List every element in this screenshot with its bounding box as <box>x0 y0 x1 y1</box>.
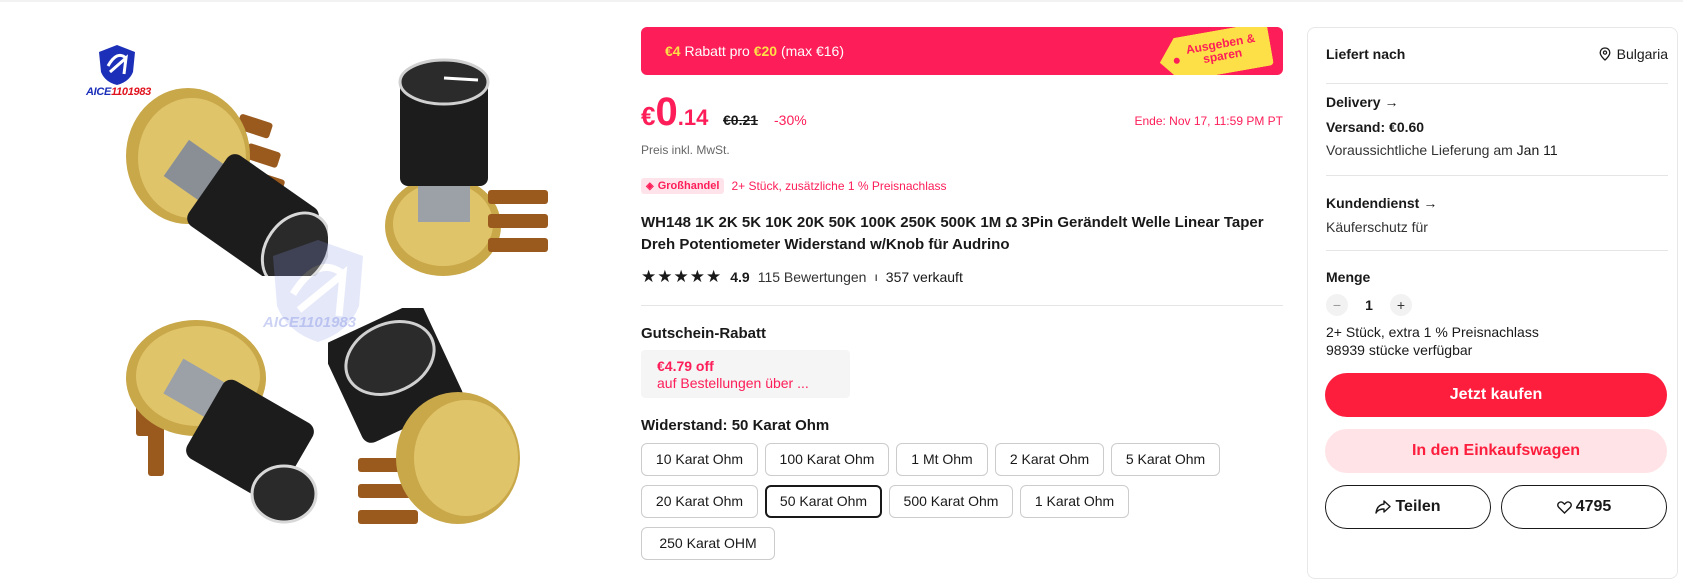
tag-icon: ◈ <box>646 180 654 192</box>
star-icon: ★ <box>673 267 689 286</box>
ship-to-location[interactable]: Bulgaria <box>1599 46 1668 62</box>
buyer-protection-text: Käuferschutz für <box>1326 219 1428 235</box>
location-pin-icon <box>1599 47 1611 61</box>
discount-percent: -30% <box>774 112 807 128</box>
share-button[interactable]: Teilen <box>1325 485 1491 529</box>
spend-and-save-tag[interactable]: Ausgeben & sparen <box>1156 27 1274 75</box>
coupon-amount: €4.79 off <box>657 358 714 374</box>
divider <box>1326 250 1668 251</box>
add-to-cart-button[interactable]: In den Einkaufswagen <box>1325 429 1667 473</box>
variant-option-selected[interactable]: 50 Karat Ohm <box>765 485 882 518</box>
promo-banner[interactable]: €4 Rabatt pro €20 (max €16) Ausgeben & s… <box>641 27 1283 75</box>
variant-selected-value: 50 Karat Ohm <box>731 417 830 434</box>
variant-option[interactable]: 500 Karat Ohm <box>889 485 1013 518</box>
reviews-link[interactable]: 115 Bewertungen <box>758 269 867 285</box>
price-row: €0.14 €0.21 -30% Ende: Nov 17, 11:59 PM … <box>641 90 1283 134</box>
delivery-estimate: Voraussichtliche Lieferung am Jan 11 <box>1326 142 1558 158</box>
potentiometer-image-2 <box>385 58 548 276</box>
divider <box>641 305 1283 306</box>
variant-option[interactable]: 20 Karat Ohm <box>641 485 758 518</box>
stock-available: 98939 stücke verfügbar <box>1326 342 1473 358</box>
potentiometer-image-4 <box>328 308 520 524</box>
coupon-condition: auf Bestellungen über ... <box>657 375 809 391</box>
arrow-right-icon: → <box>1384 94 1399 110</box>
sold-count: 357 verkauft <box>885 268 963 285</box>
variant-option[interactable]: 1 Mt Ohm <box>896 443 988 476</box>
heart-icon <box>1556 500 1572 514</box>
top-divider <box>0 0 1683 2</box>
wholesale-row: ◈ Großhandel 2+ Stück, zusätzliche 1 % Pr… <box>641 178 947 194</box>
star-icon: ★ <box>657 267 673 286</box>
promo-text: €4 Rabatt pro €20 (max €16) <box>665 43 845 59</box>
tax-note: Preis inkl. MwSt. <box>641 143 730 157</box>
star-rating: ★ ★ ★ ★ ★ <box>641 268 722 285</box>
quantity-label: Menge <box>1326 269 1371 285</box>
sale-end-time: Ende: Nov 17, 11:59 PM PT <box>1134 114 1283 128</box>
shipping-cost: Versand: €0.60 <box>1326 119 1425 135</box>
rating-row[interactable]: ★ ★ ★ ★ ★ 4.9 115 Bewertungen ı 357 verk… <box>641 268 963 285</box>
buy-now-button[interactable]: Jetzt kaufen <box>1325 373 1667 417</box>
purchase-panel: Liefert nach Bulgaria Delivery → Versand:… <box>1307 27 1678 579</box>
divider <box>1326 175 1668 176</box>
customer-service-link[interactable]: Kundendienst → <box>1326 195 1437 211</box>
variant-option[interactable]: 100 Karat Ohm <box>765 443 889 476</box>
star-icon: ★ <box>689 267 705 286</box>
coupon-label: Gutschein-Rabatt <box>641 325 767 342</box>
variant-option[interactable]: 5 Karat Ohm <box>1111 443 1220 476</box>
wholesale-badge: ◈ Großhandel <box>641 178 725 194</box>
original-price: €0.21 <box>723 112 759 128</box>
decrease-quantity-button[interactable]: − <box>1326 294 1348 316</box>
coupon-card[interactable]: €4.79 off auf Bestellungen über ... <box>641 350 850 398</box>
product-image[interactable]: AICE1101983 AICE1101983 <box>78 36 568 556</box>
quantity-discount-note: 2+ Stück, extra 1 % Preisnachlass <box>1326 324 1539 340</box>
ship-to-row[interactable]: Liefert nach Bulgaria <box>1326 46 1668 62</box>
quantity-stepper: − 1 + <box>1326 294 1412 316</box>
rating-score: 4.9 <box>730 268 750 285</box>
variant-option[interactable]: 250 Karat OHM <box>641 527 775 560</box>
current-price: €0.14 <box>641 90 709 134</box>
wholesale-text: 2+ Stück, zusätzliche 1 % Preisnachlass <box>731 179 947 193</box>
quantity-value[interactable]: 1 <box>1348 297 1390 313</box>
variant-option[interactable]: 1 Karat Ohm <box>1020 485 1129 518</box>
product-title: WH148 1K 2K 5K 10K 20K 50K 100K 250K 500… <box>641 214 1264 253</box>
separator: ı <box>874 269 878 284</box>
arrow-right-icon: → <box>1423 195 1438 211</box>
ship-to-label: Liefert nach <box>1326 46 1406 62</box>
increase-quantity-button[interactable]: + <box>1390 294 1412 316</box>
variant-label: Widerstand: 50 Karat Ohm <box>641 417 830 434</box>
star-icon: ★ <box>641 267 657 286</box>
variant-option[interactable]: 2 Karat Ohm <box>995 443 1104 476</box>
share-icon <box>1375 500 1392 514</box>
divider <box>1326 83 1668 84</box>
star-icon: ★ <box>706 267 722 286</box>
wishlist-button[interactable]: 4795 <box>1501 485 1667 529</box>
potentiometer-image-3 <box>126 320 318 524</box>
delivery-link[interactable]: Delivery → <box>1326 94 1398 110</box>
variant-option[interactable]: 10 Karat Ohm <box>641 443 758 476</box>
